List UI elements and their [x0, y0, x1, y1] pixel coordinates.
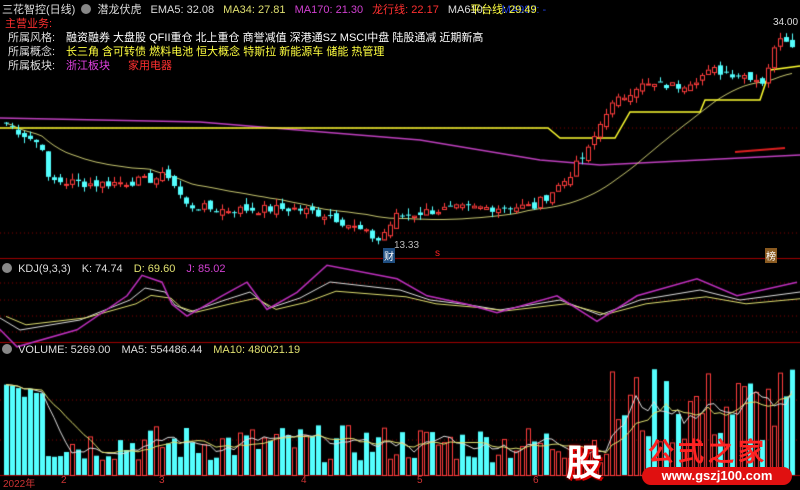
volume-name: VOLUME: 5269.00 [18, 344, 111, 356]
ema5-value: EMA5: 32.08 [150, 4, 215, 16]
chevron-down-icon[interactable] [81, 4, 92, 14]
kdj-d: D: 69.60 [133, 263, 176, 275]
volume-ma10: MA10: 480021.19 [213, 344, 301, 356]
chevron-down-icon[interactable] [2, 344, 12, 354]
kdj-j: J: 85.02 [186, 263, 226, 275]
ma170-value: MA170: 21.30 [294, 4, 364, 16]
list-marker[interactable]: 榜 [765, 248, 777, 263]
date-label: 6 [533, 475, 539, 486]
sector-label: 所属板块: [8, 60, 56, 72]
kdj-name: KDJ(9,3,3) [18, 263, 71, 275]
date-label: 3 [159, 475, 165, 486]
ma34-value: MA34: 27.81 [223, 4, 286, 16]
chevron-down-icon[interactable] [2, 263, 12, 273]
indicator-name[interactable]: 潜龙伏虎 [97, 4, 141, 16]
sector-appliances[interactable]: 家用电器 [128, 60, 172, 72]
kdj-k: K: 74.74 [81, 263, 123, 275]
sector-zhejiang[interactable]: 浙江板块 [66, 60, 110, 72]
date-label: 2022年 [3, 479, 36, 490]
finance-marker[interactable]: 财 [383, 248, 395, 263]
watermark-logo: 股 公式之家 www.gszj100.com [560, 432, 800, 487]
watermark-url: www.gszj100.com [642, 467, 792, 485]
s-marker[interactable]: s [434, 248, 441, 259]
date-label: 5 [417, 475, 423, 486]
dragon-line-value: 龙行线: 22.17 [372, 4, 439, 16]
date-label: 4 [301, 475, 307, 486]
high-price-label: 34.00 [773, 17, 799, 28]
watermark-gu: 股 [566, 442, 603, 483]
watermark-brand: 公式之家 [648, 437, 769, 467]
low-price-label: 13.33 [394, 240, 420, 251]
chart-header: 三花智控(日线) 潜龙伏虎 EMA5: 32.08 MA34: 27.81 MA… [2, 1, 546, 17]
platform-line-value: 平台线: 29.49 [470, 4, 537, 16]
volume-ma5: MA5: 554486.44 [121, 344, 203, 356]
date-label: 2 [61, 475, 67, 486]
